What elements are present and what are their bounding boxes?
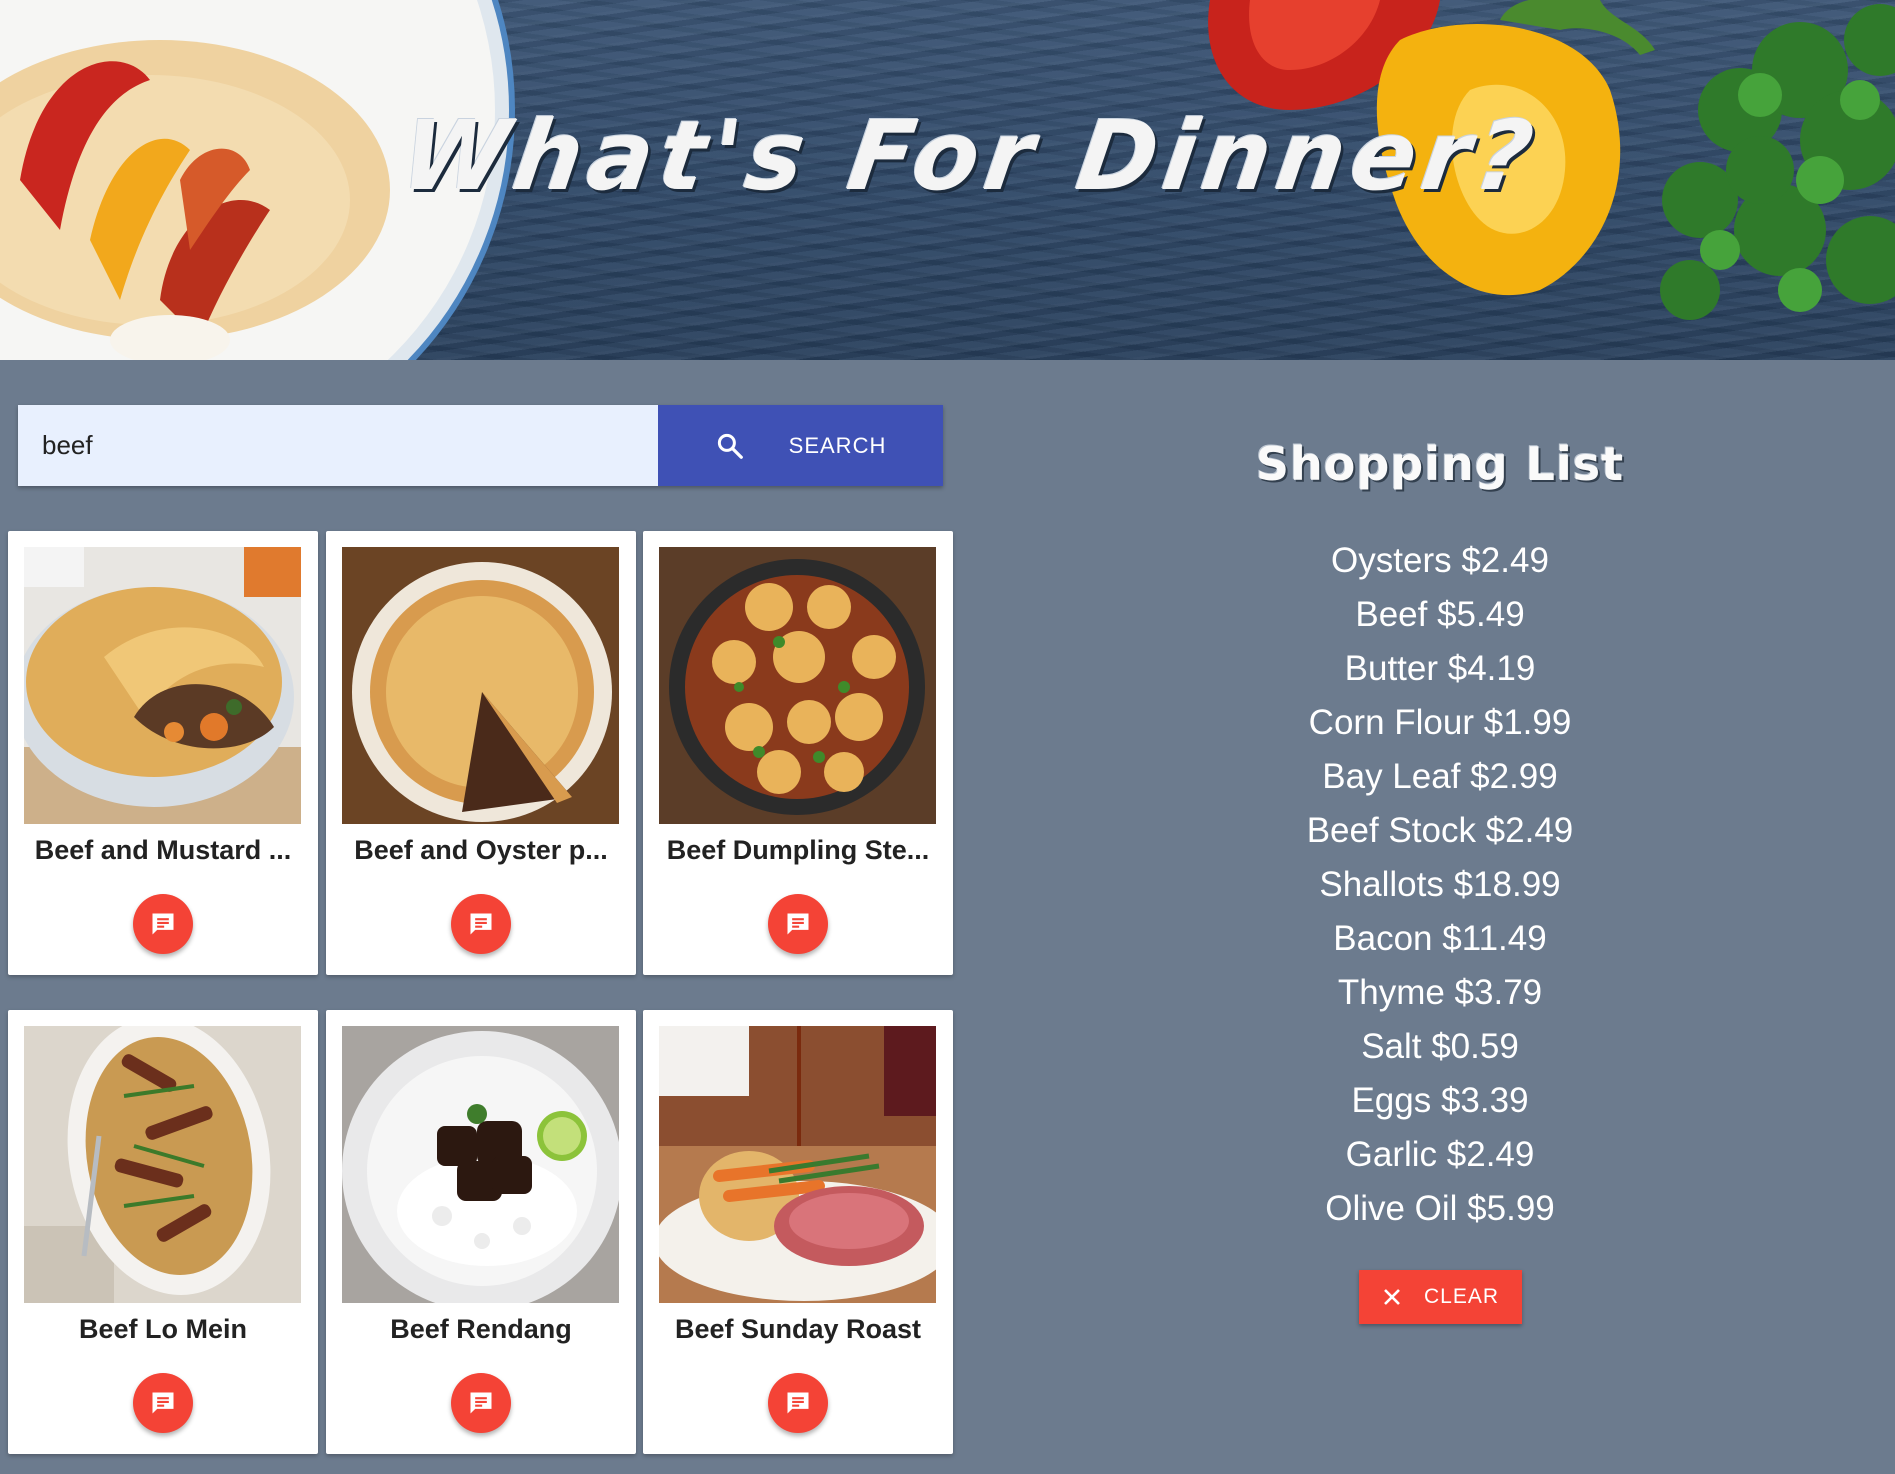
list-item: Butter $4.19	[1344, 649, 1536, 688]
recipe-title: Beef Lo Mein	[78, 1314, 247, 1344]
recipe-image[interactable]	[659, 1026, 936, 1303]
search-input[interactable]	[18, 405, 658, 486]
search-button-label: SEARCH	[788, 432, 887, 458]
header-banner: What's For Dinner?	[0, 0, 1895, 360]
list-item: Corn Flour $1.99	[1308, 703, 1572, 742]
search-icon	[717, 433, 743, 459]
clear-button-label: CLEAR	[1423, 1285, 1500, 1308]
shopping-list-heading: Shopping List	[1255, 437, 1625, 491]
shopping-list: Oysters $2.49 Beef $5.49 Butter $4.19 Co…	[1190, 534, 1690, 1236]
search-button[interactable]: SEARCH	[658, 405, 943, 486]
recipe-title: Beef and Mustard ...	[34, 835, 292, 865]
clear-button[interactable]: CLEAR	[1359, 1270, 1522, 1324]
comment-button[interactable]	[768, 894, 828, 954]
list-item: Beef Stock $2.49	[1306, 811, 1574, 850]
recipe-image[interactable]	[24, 547, 301, 824]
recipe-image[interactable]	[24, 1026, 301, 1303]
recipe-title: Beef and Oyster p...	[354, 835, 608, 865]
list-item: Shallots $18.99	[1319, 865, 1561, 904]
comment-icon	[152, 913, 174, 935]
list-item: Eggs $3.39	[1351, 1081, 1529, 1120]
comment-icon	[787, 913, 809, 935]
comment-button[interactable]	[768, 1373, 828, 1433]
recipe-card[interactable]: Beef Dumpling Ste...	[643, 531, 953, 975]
comment-button[interactable]	[133, 894, 193, 954]
recipe-card[interactable]: Beef Lo Mein	[8, 1010, 318, 1454]
recipe-card[interactable]: Beef Sunday Roast	[643, 1010, 953, 1454]
comment-icon	[470, 913, 492, 935]
recipe-image[interactable]	[659, 547, 936, 824]
page-title: What's For Dinner?	[394, 100, 1546, 212]
list-item: Bacon $11.49	[1333, 919, 1547, 958]
comment-button[interactable]	[451, 894, 511, 954]
list-item: Thyme $3.79	[1337, 973, 1543, 1012]
search-bar: SEARCH	[18, 405, 943, 486]
list-item: Bay Leaf $2.99	[1322, 757, 1558, 796]
comment-icon	[470, 1392, 492, 1414]
list-item: Garlic $2.49	[1345, 1135, 1535, 1174]
recipe-image[interactable]	[342, 547, 619, 824]
comment-icon	[152, 1392, 174, 1414]
recipe-image[interactable]	[342, 1026, 619, 1303]
list-item: Beef $5.49	[1355, 595, 1525, 634]
list-item: Salt $0.59	[1361, 1027, 1519, 1066]
comment-button[interactable]	[451, 1373, 511, 1433]
close-icon	[1384, 1289, 1400, 1305]
list-item: Oysters $2.49	[1331, 541, 1549, 580]
list-item: Olive Oil $5.99	[1325, 1189, 1555, 1228]
recipe-card[interactable]: Beef Rendang	[326, 1010, 636, 1454]
comment-button[interactable]	[133, 1373, 193, 1433]
recipe-card[interactable]: Beef and Oyster p...	[326, 531, 636, 975]
comment-icon	[787, 1392, 809, 1414]
recipe-title: Beef Dumpling Ste...	[666, 835, 930, 865]
recipe-title: Beef Rendang	[390, 1314, 572, 1344]
recipe-card[interactable]: Beef and Mustard ...	[8, 531, 318, 975]
recipe-title: Beef Sunday Roast	[674, 1314, 922, 1344]
